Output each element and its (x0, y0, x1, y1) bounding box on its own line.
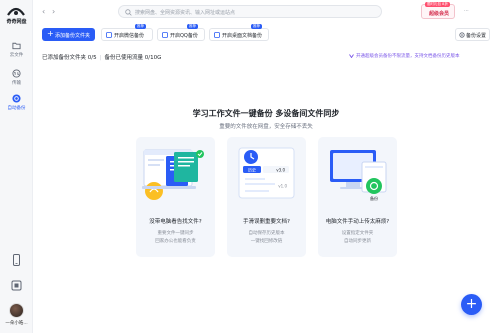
search-icon (125, 9, 132, 16)
member-label: 超级会员 (428, 11, 449, 17)
window-controls[interactable]: ⋯ (464, 8, 473, 14)
card-description: 设置指定文件夹 (341, 231, 374, 236)
vip-icon (349, 54, 354, 58)
feature-card-remote-access: 没带电脑看告找文件? 重要文件一键同步 回家办公也能看负责 (136, 137, 215, 257)
vip-promo-text: 开通超级会员备份不限流量，支持文档备份历史版本 (356, 54, 460, 59)
wechat-backup-label: 开启微信备份 (114, 33, 145, 39)
card-description: 一键找回修改链 (250, 239, 283, 244)
sidebar-item-transfer[interactable]: 传输 (0, 66, 33, 92)
recommend-badge: 推荐 (135, 24, 146, 29)
transfer-icon (12, 69, 21, 78)
plus-icon: + (47, 28, 54, 38)
backup-settings-label: 备份设置 (466, 33, 487, 39)
backup-settings-button[interactable]: 备份设置 (455, 28, 490, 41)
sidebar-item-cloud-files[interactable]: 云文件 (0, 38, 33, 64)
card-title: 电脑文件手动上传太麻烦? (325, 219, 390, 225)
sidebar-item-label: 云文件 (9, 53, 24, 58)
card-description: 自动同步更新 (344, 239, 371, 244)
recommend-badge: 推荐 (251, 24, 262, 29)
svg-text:v1.0: v1.0 (278, 184, 287, 189)
desktop-doc-backup-button[interactable]: 开启桌面文档备份 推荐 (209, 24, 269, 41)
add-backup-folder-label: 添加备份文件夹 (55, 32, 91, 39)
card-title: 没带电脑看告找文件? (149, 219, 202, 225)
sidebar: 奇奇网盘 云文件 传输 自动备份 一朵小皓... (0, 0, 33, 333)
card-description: 重要文件一键同步 (157, 231, 194, 236)
card-description: 自动保存历史版本 (248, 231, 285, 236)
app-logo-icon (7, 7, 25, 16)
member-promo-tag: 限时礼包 8折 (425, 2, 450, 7)
backup-icon (12, 94, 21, 103)
version-history-illustration: 历史 v3.0 v1.0 (238, 147, 295, 199)
search-input[interactable]: 搜索网盘、全网资源资讯、输入网址或运站点 (118, 5, 382, 18)
card-description: 回家办公也能看负责 (155, 239, 196, 244)
qq-backup-button[interactable]: 开启QQ备份 推荐 (157, 24, 205, 41)
gear-icon (459, 32, 465, 38)
sidebar-item-label: 传输 (12, 81, 21, 86)
vip-promo-link[interactable]: 开通超级会员备份不限流量，支持文档备份历史版本 (349, 53, 460, 59)
svg-text:备份: 备份 (370, 195, 378, 201)
super-member-button[interactable]: 限时礼包 8折 超级会员 (421, 2, 455, 19)
svg-text:v3.0: v3.0 (276, 168, 285, 173)
add-backup-folder-button[interactable]: + 添加备份文件夹 (42, 28, 95, 41)
feature-card-history-version: 历史 v3.0 v1.0 手滑误删重要文档? 自动保存历史版本 一键找回修改链 (227, 137, 306, 257)
forward-arrow-icon[interactable]: › (52, 7, 55, 16)
phone-icon[interactable] (11, 254, 22, 266)
laptop-files-illustration (142, 149, 204, 200)
desktop-icon (214, 32, 220, 38)
user-name: 一朵小皓... (5, 321, 28, 326)
hero-title: 学习工作文件一键备份 多设备间文件同步 (192, 109, 340, 118)
backup-stats: 已添加备份文件夹 0/5 | 备份已使用流量 0/10G (42, 53, 161, 61)
feature-card-auto-sync: 备份 电脑文件手动上传太麻烦? 设置指定文件夹 自动同步更新 (318, 137, 397, 257)
avatar[interactable] (9, 303, 24, 318)
card-title: 手滑误删重要文档? (243, 219, 290, 225)
recommend-badge: 推荐 (187, 24, 198, 29)
box-icon[interactable] (11, 280, 22, 291)
wechat-backup-button[interactable]: 开启微信备份 推荐 (101, 24, 153, 41)
hero-subtitle: 重要的文件放在网盘，安全存储不丢失 (219, 124, 313, 130)
used-traffic: 备份已使用流量 0/10G (104, 55, 162, 61)
svg-text:历史: 历史 (248, 167, 256, 173)
back-arrow-icon[interactable]: ‹ (42, 7, 45, 16)
qq-icon (162, 32, 168, 38)
app-logo-text: 奇奇网盘 (6, 19, 27, 25)
desktop-doc-backup-label: 开启桌面文档备份 (222, 33, 263, 39)
wechat-icon (106, 32, 112, 38)
folder-icon (12, 42, 21, 50)
add-fab-button[interactable]: + (461, 294, 482, 315)
added-folders-count: 已添加备份文件夹 0/5 (42, 55, 97, 61)
divider: | (99, 55, 102, 61)
devices-sync-illustration: 备份 (330, 150, 387, 201)
qq-backup-label: 开启QQ备份 (170, 33, 198, 39)
search-placeholder: 搜索网盘、全网资源资讯、输入网址或运站点 (135, 9, 236, 16)
